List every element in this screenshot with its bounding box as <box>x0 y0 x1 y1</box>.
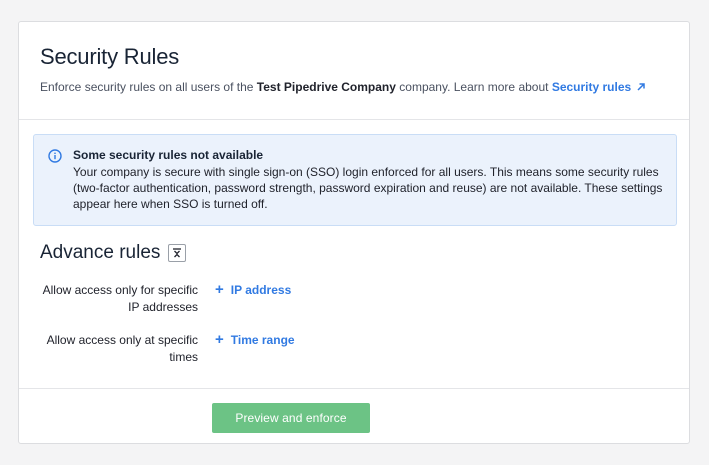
security-rules-card: Security Rules Enforce security rules on… <box>18 21 690 444</box>
page-subtitle: Enforce security rules on all users of t… <box>40 80 646 95</box>
preview-and-enforce-button[interactable]: Preview and enforce <box>212 403 370 433</box>
alert-body: Your company is secure with single sign-… <box>73 165 663 211</box>
info-icon <box>48 149 62 163</box>
add-ip-address-label: IP address <box>230 283 292 297</box>
rule-label-ip: Allow access only for specific IP addres… <box>42 283 198 314</box>
security-rules-link[interactable]: Security rules <box>552 80 646 94</box>
page-title: Security Rules <box>40 44 180 69</box>
company-name: Test Pipedrive Company <box>256 80 396 94</box>
security-rules-link-label: Security rules <box>551 80 632 94</box>
plus-icon: + <box>215 331 224 348</box>
alert-title: Some security rules not available <box>73 148 264 162</box>
subtitle-middle: company. Learn more about <box>395 80 552 94</box>
advanced-rules-heading: Advance rules <box>40 242 187 264</box>
advanced-rules-title: Advance rules <box>40 242 161 263</box>
collapse-icon <box>173 248 182 258</box>
add-time-range-button[interactable]: + Time range <box>215 331 295 348</box>
collapse-button[interactable] <box>168 244 187 262</box>
footer-divider <box>19 388 689 389</box>
external-link-icon <box>636 81 646 95</box>
card-header: Security Rules Enforce security rules on… <box>19 22 689 120</box>
sso-info-alert: Some security rules not available Your c… <box>33 134 677 226</box>
add-time-range-label: Time range <box>230 333 295 347</box>
add-ip-address-button[interactable]: + IP address <box>215 281 292 298</box>
plus-icon: + <box>215 281 224 298</box>
subtitle-prefix: Enforce security rules on all users of t… <box>40 80 257 94</box>
rule-label-time: Allow access only at specific times <box>46 333 198 364</box>
